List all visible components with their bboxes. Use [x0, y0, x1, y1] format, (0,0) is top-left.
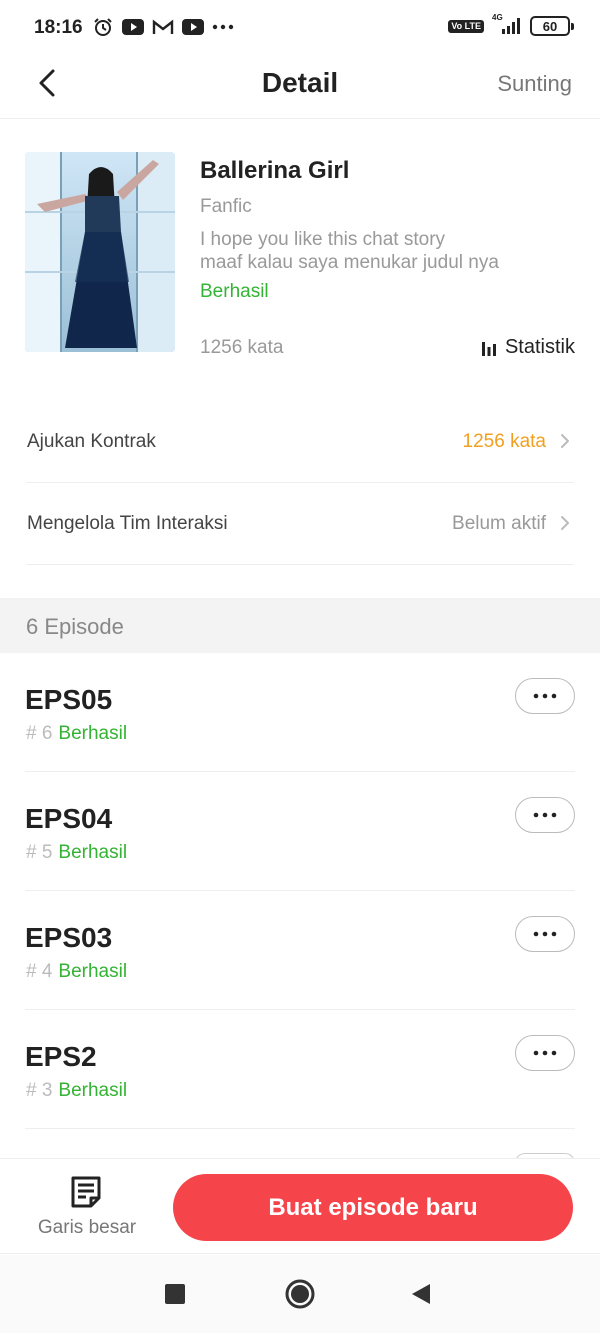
- volte-icon: Vo LTE: [448, 19, 484, 33]
- episode-item[interactable]: EPS05 # 6 Berhasil: [25, 653, 575, 772]
- episode-more-button[interactable]: [515, 797, 575, 833]
- bar-chart-icon: [481, 341, 496, 356]
- episode-more-button[interactable]: [515, 1035, 575, 1071]
- square-icon: [165, 1284, 185, 1304]
- recents-button[interactable]: [158, 1277, 192, 1311]
- book-status: Berhasil: [200, 281, 269, 302]
- episode-number: # 6: [26, 723, 53, 744]
- episode-meta: # 6 Berhasil: [26, 723, 127, 745]
- more-dots-icon: [533, 931, 557, 937]
- outline-document-icon: [71, 1176, 101, 1208]
- status-bar: 18:16 Vo LTE 4G 60: [0, 0, 600, 56]
- episode-meta: # 4 Berhasil: [26, 961, 127, 983]
- episode-title: EPS2: [25, 1041, 97, 1072]
- chevron-right-icon: [561, 434, 569, 448]
- edit-button[interactable]: Sunting: [497, 71, 572, 97]
- interaction-team-row[interactable]: Mengelola Tim Interaksi Belum aktif: [26, 483, 574, 565]
- contract-row[interactable]: Ajukan Kontrak 1256 kata: [26, 401, 574, 483]
- status-notification-icons: [92, 16, 234, 38]
- outline-label: Garis besar: [37, 1217, 137, 1238]
- interaction-team-value: Belum aktif: [452, 513, 546, 534]
- episode-meta: # 3 Berhasil: [26, 1080, 127, 1102]
- chevron-right-icon: [561, 516, 569, 530]
- interaction-team-label: Mengelola Tim Interaksi: [27, 513, 228, 534]
- episode-status: Berhasil: [58, 842, 128, 863]
- statistics-button[interactable]: Statistik: [481, 336, 575, 359]
- alarm-icon: [92, 16, 114, 38]
- home-button[interactable]: [283, 1277, 317, 1311]
- book-description: I hope you like this chat story maaf kal…: [200, 228, 540, 274]
- episode-number: # 4: [26, 961, 53, 982]
- create-episode-button[interactable]: Buat episode baru: [173, 1174, 573, 1241]
- episode-status: Berhasil: [58, 723, 128, 744]
- battery-icon: 60: [530, 16, 574, 36]
- episode-count-label: 6 Episode: [26, 614, 124, 639]
- episode-title: EPS04: [25, 803, 113, 834]
- episode-status: Berhasil: [58, 1080, 128, 1101]
- book-word-count: 1256 kata: [200, 337, 284, 358]
- book-cover-image[interactable]: [25, 152, 175, 352]
- book-description-line: maaf kalau saya menukar judul nya: [200, 252, 499, 273]
- episode-item[interactable]: EPS2 # 3 Berhasil: [25, 1010, 575, 1129]
- youtube-icon: [182, 16, 204, 38]
- signal-icon: 4G: [492, 13, 522, 36]
- episode-number: # 3: [26, 1080, 53, 1101]
- home-circle-icon: [285, 1279, 315, 1309]
- gmail-icon: [152, 16, 174, 38]
- statistics-label: Statistik: [504, 336, 575, 358]
- system-nav-bar: [0, 1255, 600, 1333]
- episode-more-button[interactable]: [515, 678, 575, 714]
- book-title: Ballerina Girl: [200, 157, 350, 184]
- app-header: Detail Sunting: [0, 56, 600, 119]
- episode-status: Berhasil: [58, 961, 128, 982]
- episode-count-header: 6 Episode: [0, 598, 600, 653]
- episode-item[interactable]: EPS03 # 4 Berhasil: [25, 891, 575, 1010]
- episode-more-button[interactable]: [515, 916, 575, 952]
- episode-number: # 5: [26, 842, 53, 863]
- outline-button[interactable]: Garis besar: [25, 1171, 149, 1243]
- status-system-icons: Vo LTE 4G 60: [448, 13, 574, 36]
- more-dots-icon: [533, 812, 557, 818]
- more-dots-icon: [212, 16, 234, 38]
- book-description-line: I hope you like this chat story: [200, 229, 446, 250]
- triangle-back-icon: [412, 1284, 430, 1304]
- episode-title: EPS03: [25, 922, 113, 953]
- youtube-icon: [122, 16, 144, 38]
- contract-label: Ajukan Kontrak: [27, 431, 156, 452]
- more-dots-icon: [533, 693, 557, 699]
- episode-item[interactable]: EPS04 # 5 Berhasil: [25, 772, 575, 891]
- nav-back-button[interactable]: [404, 1277, 438, 1311]
- book-genre: Fanfic: [200, 196, 252, 217]
- contract-value: 1256 kata: [462, 431, 546, 452]
- status-time: 18:16: [34, 17, 83, 38]
- episode-title: EPS05: [25, 684, 113, 715]
- more-dots-icon: [533, 1050, 557, 1056]
- episode-meta: # 5 Berhasil: [26, 842, 127, 864]
- bottom-action-bar: Garis besar Buat episode baru: [0, 1158, 600, 1254]
